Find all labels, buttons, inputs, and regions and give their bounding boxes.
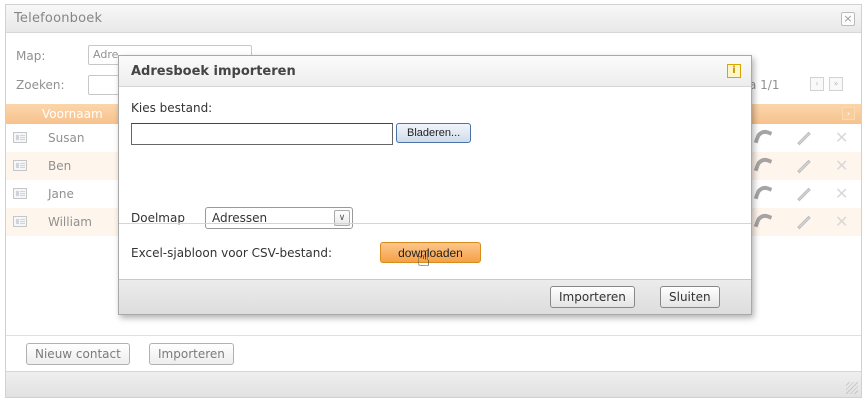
hand-cursor-icon: ☝: [417, 247, 431, 272]
file-path-input[interactable]: [131, 123, 393, 145]
import-addressbook-dialog: Adresboek importeren i Kies bestand: Bla…: [118, 55, 752, 315]
choose-file-label: Kies bestand:: [131, 101, 213, 115]
dialog-titlebar: Adresboek importeren i: [119, 56, 751, 87]
browse-button[interactable]: Bladeren...: [396, 123, 472, 143]
dialog-title: Adresboek importeren: [131, 64, 296, 79]
target-folder-select[interactable]: Adressen ∨: [205, 207, 353, 229]
dialog-import-button[interactable]: Importeren: [550, 286, 635, 308]
dialog-separator: [119, 223, 751, 224]
dialog-footer: Importeren Sluiten: [119, 279, 751, 314]
info-icon[interactable]: i: [727, 64, 741, 78]
dialog-close-button[interactable]: Sluiten: [660, 286, 720, 308]
download-template-button[interactable]: downloaden: [380, 242, 481, 263]
template-label: Excel-sjabloon voor CSV-bestand:: [131, 246, 333, 260]
